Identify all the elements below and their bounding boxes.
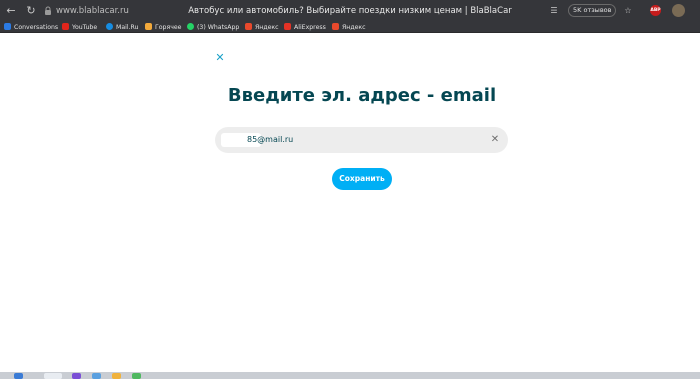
bookmark-whatsapp[interactable]: (3) WhatsApp (187, 22, 239, 33)
taskbar-icon[interactable] (112, 373, 121, 379)
bookmark-label: Яндекс (342, 24, 366, 31)
mailru-icon (106, 23, 113, 30)
browser-toolbar: ← ↻ www.blablacar.ru Автобус или автомоб… (0, 0, 700, 22)
taskbar-icon[interactable] (132, 373, 141, 379)
taskbar-icon[interactable] (92, 373, 101, 379)
translate-icon[interactable]: ☰ (548, 4, 560, 18)
whatsapp-icon (187, 23, 194, 30)
bookmark-label: Горячее (155, 24, 182, 31)
bookmark-youtube[interactable]: YouTube (62, 22, 97, 33)
yandex-icon (245, 23, 252, 30)
bookmark-yandex[interactable]: Яндекс (245, 22, 279, 33)
reviews-badge[interactable]: 5K отзывов (568, 4, 617, 17)
bookmark-mailru[interactable]: Mail.Ru (106, 22, 138, 33)
save-button[interactable]: Сохранить (332, 168, 392, 190)
taskbar (0, 372, 700, 379)
bookmarks-bar: Conversations YouTube Mail.Ru Горячее (3… (0, 22, 700, 33)
bookmark-yandex-2[interactable]: Яндекс (332, 22, 366, 33)
bookmark-label: YouTube (72, 24, 98, 31)
back-arrow-icon[interactable]: ← (4, 4, 18, 18)
adblock-icon[interactable]: ABP (650, 5, 661, 16)
email-value[interactable]: 85@mail.ru (247, 127, 293, 153)
clear-icon[interactable]: ✕ (488, 133, 502, 147)
taskbar-icon[interactable] (72, 373, 81, 379)
bookmark-star-icon[interactable]: ☆ (622, 4, 634, 18)
taskbar-icon[interactable] (44, 373, 62, 379)
hot-icon (145, 23, 152, 30)
bookmark-aliexpress[interactable]: AliExpress (284, 22, 326, 33)
reload-icon[interactable]: ↻ (24, 4, 38, 18)
tab-title: Автобус или автомобиль? Выбирайте поездк… (188, 6, 512, 16)
lock-icon[interactable] (44, 6, 52, 15)
bookmark-label: Conversations (14, 24, 59, 31)
avatar[interactable] (672, 4, 685, 17)
bookmark-label: (3) WhatsApp (197, 24, 240, 31)
youtube-icon (62, 23, 69, 30)
aliexpress-icon (284, 23, 291, 30)
bookmark-label: AliExpress (294, 24, 326, 31)
email-field[interactable]: 85@mail.ru ✕ (215, 127, 508, 153)
bookmark-label: Mail.Ru (116, 24, 139, 31)
address-bar[interactable]: www.blablacar.ru (56, 4, 129, 18)
bookmark-conversations[interactable]: Conversations (4, 22, 58, 33)
bookmark-label: Яндекс (255, 24, 279, 31)
taskbar-icon[interactable] (14, 373, 23, 379)
close-icon[interactable]: ✕ (214, 52, 226, 64)
yandex-icon (332, 23, 339, 30)
bookmark-hot[interactable]: Горячее (145, 22, 181, 33)
page-title: Введите эл. адрес - email (227, 85, 497, 106)
chat-icon (4, 23, 11, 30)
reviews-label: 5K отзывов (573, 6, 612, 14)
